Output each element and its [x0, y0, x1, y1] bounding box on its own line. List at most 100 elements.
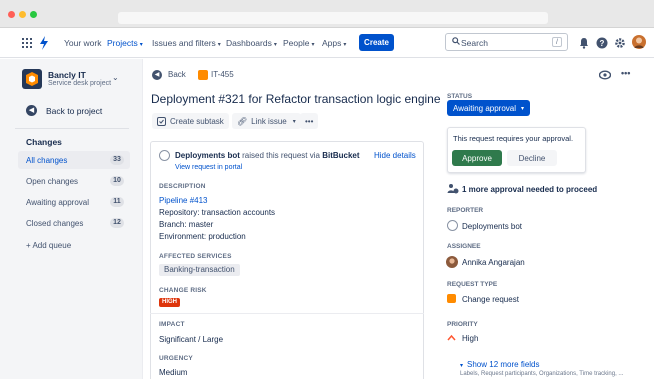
nav-dashboards[interactable]: Dashboards ▾ — [226, 38, 277, 48]
chevron-down-icon: ▾ — [217, 42, 221, 48]
approvals-needed-text: 1 more approval needed to proceed — [462, 185, 598, 194]
app-switcher-icon[interactable] — [22, 38, 32, 48]
urgency-value[interactable]: Medium — [159, 368, 187, 377]
search-placeholder: Search — [461, 38, 488, 48]
approval-prompt: This request requires your approval. — [453, 134, 574, 143]
chevron-down-icon: ▾ — [292, 118, 296, 125]
chevron-down-icon: ▾ — [521, 105, 525, 112]
show-more-label: Show 12 more fields — [467, 360, 540, 369]
queue-awaiting-approval[interactable]: Awaiting approval 11 — [18, 193, 130, 211]
decline-button[interactable]: Decline — [507, 150, 557, 166]
assignee-avatar — [446, 256, 458, 268]
settings-gear-icon[interactable] — [614, 37, 626, 49]
queue-open-changes[interactable]: Open changes 10 — [18, 172, 130, 190]
chevron-down-icon: ▾ — [311, 42, 315, 48]
project-switcher-chevron-icon[interactable]: ⌄ — [112, 73, 119, 82]
affected-service-tag[interactable]: Banking-transaction — [159, 264, 240, 276]
show-more-fields-link[interactable]: ▾ Show 12 more fields — [460, 360, 540, 369]
maximize-window-button[interactable] — [30, 11, 37, 18]
change-request-icon — [447, 294, 456, 303]
impact-value[interactable]: Significant / Large — [159, 335, 223, 344]
help-icon[interactable]: ? — [596, 37, 608, 49]
watch-eye-icon[interactable] — [599, 70, 611, 80]
queue-label: Open changes — [26, 177, 79, 186]
nav-your-work[interactable]: Your work — [64, 38, 101, 48]
issue-title[interactable]: Deployment #321 for Refactor transaction… — [151, 92, 441, 106]
address-bar[interactable] — [118, 12, 548, 24]
chevron-down-icon: ▾ — [460, 363, 464, 369]
queue-all-changes[interactable]: All changes 33 — [18, 151, 130, 169]
arrow-left-icon: ◀ — [26, 105, 37, 116]
request-type-value[interactable]: Change request — [462, 295, 519, 304]
nav-apps[interactable]: Apps ▾ — [322, 38, 346, 48]
description-line: Branch: master — [159, 220, 214, 229]
queue-closed-changes[interactable]: Closed changes 12 — [18, 214, 130, 232]
search-shortcut: / — [552, 37, 562, 47]
queues-heading: Changes — [26, 137, 62, 147]
change-risk-label: CHANGE RISK — [159, 287, 207, 294]
priority-value[interactable]: High — [462, 334, 478, 343]
hide-details-link[interactable]: Hide details — [374, 151, 416, 160]
more-options-icon[interactable]: ••• — [621, 68, 630, 78]
queue-count-badge: 33 — [110, 155, 124, 165]
add-queue-link[interactable]: + Add queue — [26, 241, 71, 250]
back-arrow-icon[interactable]: ◀ — [152, 70, 162, 80]
description-line: Environment: production — [159, 232, 246, 241]
reporter-value[interactable]: Deployments bot — [462, 222, 522, 231]
approve-button[interactable]: Approve — [452, 150, 502, 166]
nav-projects[interactable]: Projects ▾ — [107, 38, 143, 48]
notifications-bell-icon[interactable] — [578, 37, 590, 49]
minimize-window-button[interactable] — [19, 11, 26, 18]
status-value: Awaiting approval — [453, 103, 517, 113]
bot-avatar — [159, 150, 170, 161]
request-type-label: REQUEST TYPE — [447, 281, 498, 288]
search-icon — [452, 37, 460, 47]
create-button[interactable]: Create — [359, 34, 394, 51]
sidebar-divider — [15, 128, 129, 129]
more-fields-list: Labels, Request participants, Organizati… — [460, 371, 624, 377]
chevron-down-icon: ▾ — [343, 42, 347, 48]
raised-by-text: Deployments bot raised this request via … — [175, 151, 360, 160]
chevron-down-icon: ▾ — [273, 42, 277, 48]
approvers-icon — [447, 184, 459, 194]
queue-label: Awaiting approval — [26, 198, 90, 207]
project-type: Service desk project — [48, 80, 112, 87]
queue-label: Closed changes — [26, 219, 84, 228]
user-avatar[interactable] — [632, 35, 646, 49]
breadcrumb-issue-key[interactable]: IT-455 — [211, 70, 234, 79]
reporter-bot-avatar — [447, 220, 458, 231]
create-subtask-button[interactable]: Create subtask — [152, 113, 229, 129]
link-issue-label: Link issue — [251, 116, 287, 126]
nav-people[interactable]: People ▾ — [283, 38, 314, 48]
card-divider — [150, 313, 424, 314]
link-icon: 🔗︎ — [237, 116, 248, 126]
assignee-value[interactable]: Annika Angarajan — [462, 258, 525, 267]
link-issue-button[interactable]: 🔗︎ Link issue ▾ — [232, 113, 301, 129]
pipeline-link[interactable]: Pipeline #413 — [159, 196, 207, 205]
affected-services-label: AFFECTED SERVICES — [159, 253, 232, 260]
nav-issues-filters[interactable]: Issues and filters ▾ — [152, 38, 221, 48]
nav-issues-label: Issues and filters — [152, 38, 216, 48]
top-navigation: Your work Projects ▾ Issues and filters ▾ … — [0, 28, 654, 58]
nav-apps-label: Apps — [322, 38, 342, 48]
create-subtask-label: Create subtask — [170, 116, 224, 126]
view-in-portal-link[interactable]: View request in portal — [175, 164, 242, 171]
project-avatar[interactable] — [22, 69, 42, 89]
nav-projects-label: Projects — [107, 38, 138, 48]
assignee-label: ASSIGNEE — [447, 243, 481, 250]
close-window-button[interactable] — [8, 11, 15, 18]
back-to-project-label: Back to project — [46, 106, 103, 116]
project-name[interactable]: Bancly IT — [48, 70, 86, 80]
queue-count-badge: 10 — [110, 176, 124, 186]
chevron-down-icon: ▾ — [139, 42, 143, 48]
breadcrumb-back[interactable]: Back — [168, 70, 186, 79]
queue-count-badge: 11 — [110, 197, 124, 207]
queue-count-badge: 12 — [110, 218, 124, 228]
more-actions-button[interactable]: ••• — [300, 113, 319, 129]
nav-people-label: People — [283, 38, 310, 48]
search-input[interactable]: Search / — [445, 33, 568, 51]
jira-logo-icon[interactable] — [39, 36, 49, 50]
nav-dashboards-label: Dashboards — [226, 38, 272, 48]
project-sidebar: Bancly IT Service desk project ⌄ ◀ Back … — [0, 59, 143, 379]
status-dropdown[interactable]: Awaiting approval ▾ — [447, 100, 531, 116]
